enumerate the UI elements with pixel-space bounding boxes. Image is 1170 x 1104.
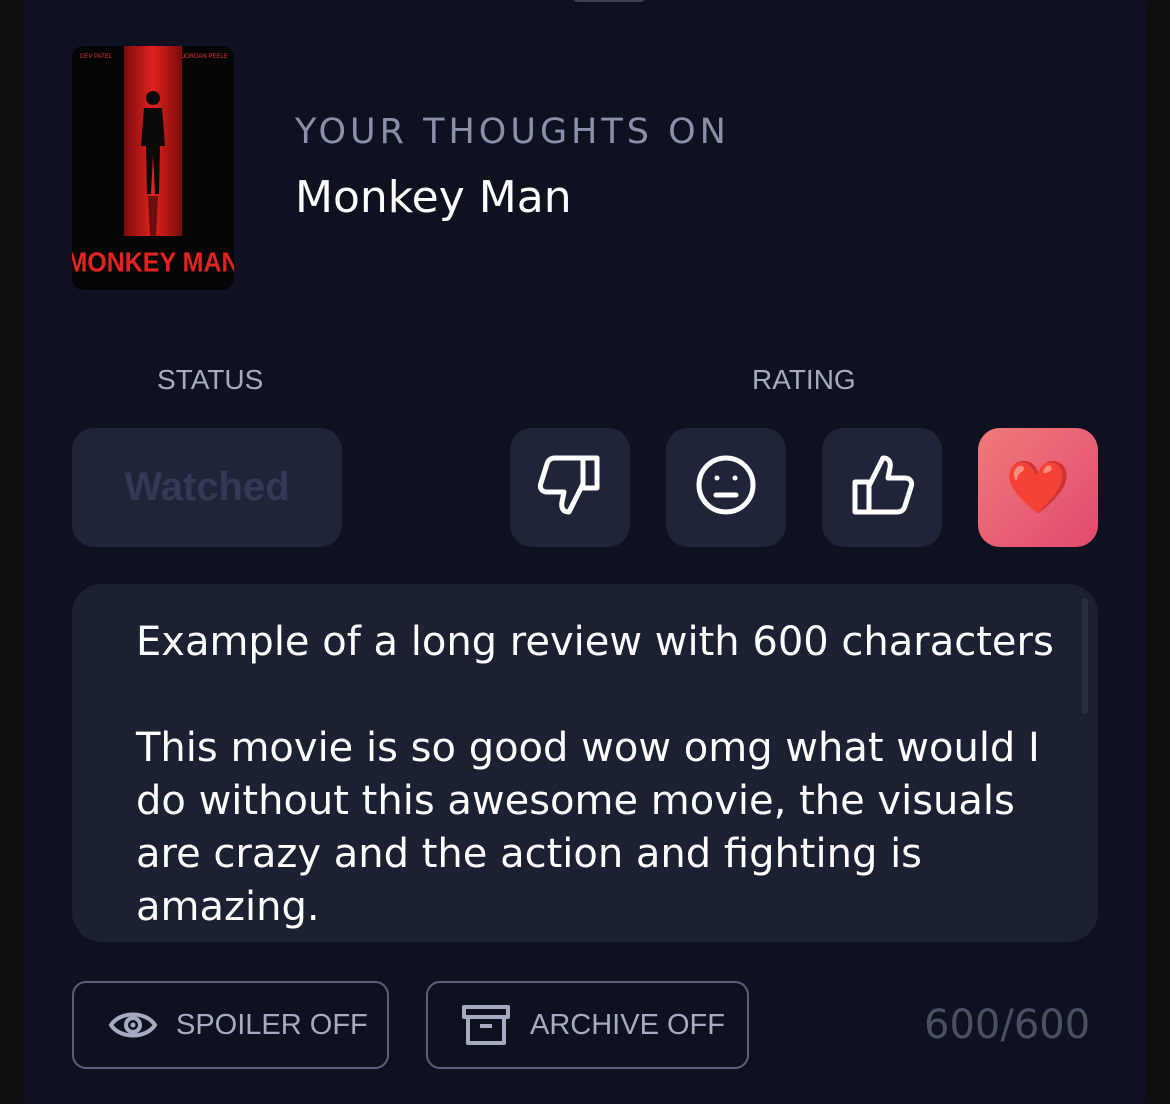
review-text: Example of a long review with 600 charac… (136, 619, 1054, 930)
thoughts-kicker: YOUR THOUGHTS ON (295, 112, 730, 152)
heart-icon: ❤️ (1005, 458, 1071, 517)
eye-icon (108, 1005, 158, 1045)
poster-logo: MONKEY MAN (72, 246, 234, 277)
rating-neutral-button[interactable] (666, 428, 786, 547)
thumbs-up-icon (849, 454, 915, 521)
review-scrollbar[interactable] (1082, 598, 1088, 714)
sheet-grabber[interactable] (573, 0, 645, 2)
movie-poster: DEV PATEL JORDAN PEELE MONKEY MAN (72, 46, 234, 290)
character-counter: 600/600 (924, 1002, 1091, 1048)
poster-credit-left: DEV PATEL (80, 54, 113, 60)
rating-love-button[interactable]: ❤️ (978, 428, 1098, 547)
review-textarea[interactable]: Example of a long review with 600 charac… (72, 584, 1098, 942)
rating-thumbs-down-button[interactable] (510, 428, 630, 547)
status-label: STATUS (157, 364, 264, 395)
neutral-face-icon (695, 454, 757, 521)
archive-box-icon (462, 1005, 512, 1045)
poster-credit-right: JORDAN PEELE (182, 54, 228, 60)
archive-label: ARCHIVE OFF (530, 1008, 725, 1041)
status-button[interactable]: Watched (72, 428, 342, 547)
spoiler-toggle[interactable]: SPOILER OFF (72, 981, 389, 1069)
spoiler-label: SPOILER OFF (176, 1008, 368, 1041)
movie-title: Monkey Man (295, 172, 572, 223)
archive-toggle[interactable]: ARCHIVE OFF (426, 981, 749, 1069)
thumbs-down-icon (537, 454, 603, 521)
rating-thumbs-up-button[interactable] (822, 428, 942, 547)
rating-label: RATING (752, 364, 856, 395)
